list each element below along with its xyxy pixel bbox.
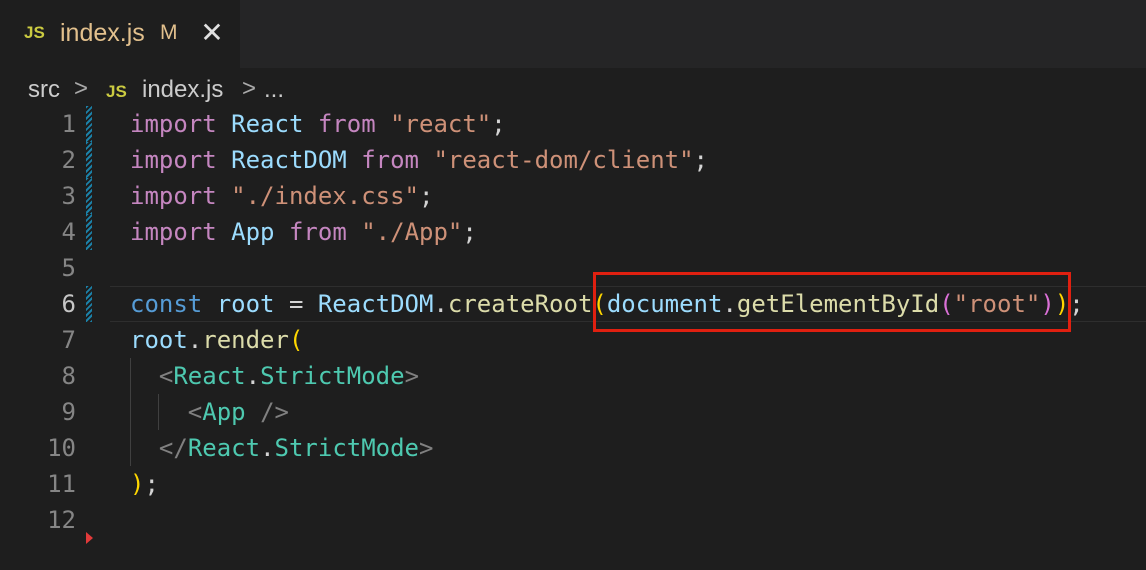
- code-text[interactable]: import ReactDOM from "react-dom/client";: [130, 142, 708, 178]
- indent-guide: [158, 394, 159, 430]
- code-text[interactable]: import App from "./App";: [130, 214, 477, 250]
- code-line[interactable]: 11 );: [0, 466, 1146, 502]
- git-modified-gutter-icon: [86, 142, 92, 178]
- code-text[interactable]: import React from "react";: [130, 106, 506, 142]
- code-text[interactable]: root.render(: [130, 322, 303, 358]
- code-editor[interactable]: 1 import React from "react"; 2 import Re…: [0, 106, 1146, 570]
- line-number: 8: [61, 362, 76, 390]
- code-text[interactable]: <React.StrictMode>: [130, 358, 419, 394]
- line-number: 4: [61, 218, 76, 246]
- line-number: 3: [61, 182, 76, 210]
- code-line[interactable]: 3 import "./index.css";: [0, 178, 1146, 214]
- breadcrumb-file[interactable]: index.js: [142, 76, 223, 104]
- line-number: 5: [61, 254, 76, 282]
- code-text[interactable]: );: [130, 466, 159, 502]
- javascript-file-icon: JS: [106, 82, 127, 101]
- code-line[interactable]: 1 import React from "react";: [0, 106, 1146, 142]
- code-line[interactable]: 8 <React.StrictMode>: [0, 358, 1146, 394]
- close-icon[interactable]: ✕: [199, 18, 225, 48]
- line-number: 9: [61, 398, 76, 426]
- tab-filename: index.js: [60, 19, 145, 47]
- line-number: 2: [61, 146, 76, 174]
- code-line[interactable]: 4 import App from "./App";: [0, 214, 1146, 250]
- code-text[interactable]: import "./index.css";: [130, 178, 433, 214]
- code-text[interactable]: <App />: [130, 394, 289, 430]
- code-line[interactable]: 10 </React.StrictMode>: [0, 430, 1146, 466]
- indent-guide: [130, 358, 131, 466]
- chevron-right-icon: >: [242, 75, 257, 102]
- tab-index-js[interactable]: JS index.js M ✕: [0, 0, 240, 68]
- code-line[interactable]: 9 <App />: [0, 394, 1146, 430]
- line-number: 6: [61, 290, 76, 318]
- chevron-right-icon: >: [74, 75, 89, 102]
- line-number: 11: [47, 470, 76, 498]
- tab-bar: JS index.js M ✕: [0, 0, 1146, 68]
- git-deleted-gutter-icon: [86, 532, 93, 544]
- breadcrumb-symbol-more[interactable]: ...: [264, 76, 284, 104]
- line-number: 1: [61, 110, 76, 138]
- git-modified-gutter-icon: [86, 178, 92, 214]
- line-number: 12: [47, 506, 76, 534]
- code-text[interactable]: </React.StrictMode>: [130, 430, 434, 466]
- code-line[interactable]: 12: [0, 502, 1146, 538]
- modified-status-badge: M: [160, 21, 178, 44]
- code-line[interactable]: 2 import ReactDOM from "react-dom/client…: [0, 142, 1146, 178]
- git-modified-gutter-icon: [86, 106, 92, 142]
- breadcrumb-folder-src[interactable]: src: [28, 76, 60, 104]
- line-number: 7: [61, 326, 76, 354]
- javascript-file-icon: JS: [24, 23, 45, 42]
- line-number: 10: [47, 434, 76, 462]
- annotation-highlight-box: [593, 272, 1071, 332]
- git-modified-gutter-icon: [86, 286, 92, 322]
- git-modified-gutter-icon: [86, 214, 92, 250]
